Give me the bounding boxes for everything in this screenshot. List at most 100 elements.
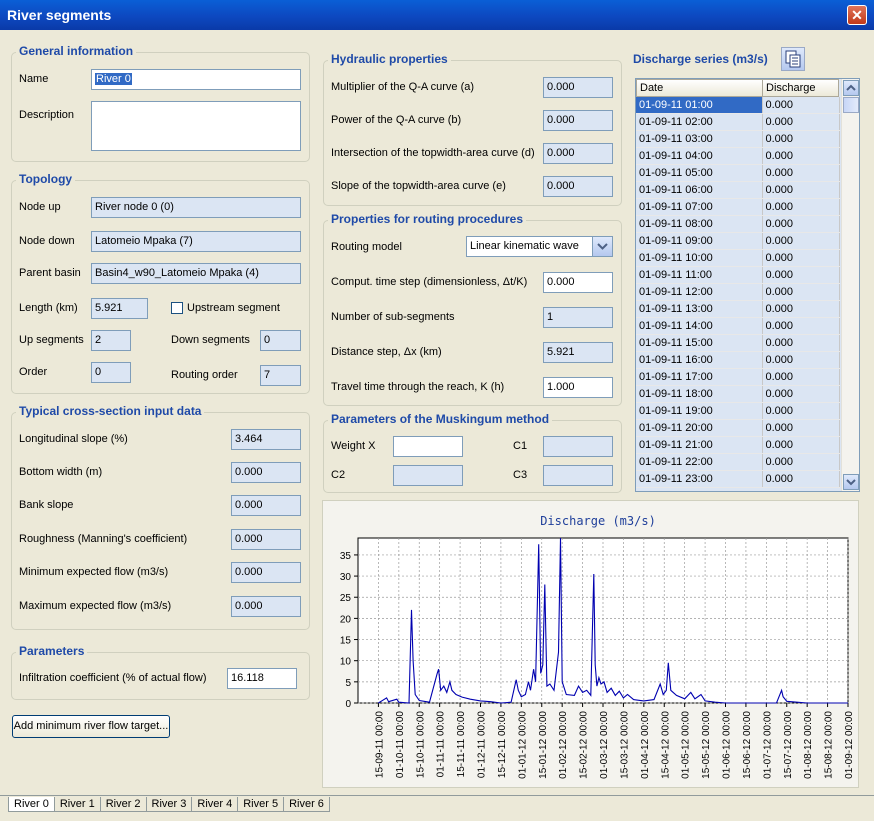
- discharge-cell[interactable]: 0.000: [762, 249, 840, 267]
- table-row[interactable]: 01-09-11 02:00 0.000: [636, 113, 840, 131]
- vertical-scrollbar[interactable]: [841, 79, 859, 491]
- scroll-thumb[interactable]: [843, 97, 859, 113]
- table-row[interactable]: 01-09-11 18:00 0.000: [636, 385, 840, 403]
- table-row[interactable]: 01-09-11 11:00 0.000: [636, 266, 840, 284]
- tab-river-0[interactable]: River 0: [8, 797, 55, 812]
- table-row[interactable]: 01-09-11 21:00 0.000: [636, 436, 840, 454]
- upstream-checkbox[interactable]: [171, 302, 183, 314]
- discharge-cell[interactable]: 0.000: [762, 147, 840, 165]
- date-cell[interactable]: 01-09-11 18:00: [636, 385, 763, 403]
- name-input[interactable]: River 0: [91, 69, 301, 90]
- table-row[interactable]: 01-09-11 12:00 0.000: [636, 283, 840, 301]
- timestep-input[interactable]: 0.000: [543, 272, 613, 293]
- table-row[interactable]: 01-09-11 17:00 0.000: [636, 368, 840, 386]
- discharge-cell[interactable]: 0.000: [762, 470, 840, 488]
- table-row[interactable]: 01-09-11 03:00 0.000: [636, 130, 840, 148]
- discharge-cell[interactable]: 0.000: [762, 181, 840, 199]
- date-column-header[interactable]: Date: [636, 79, 763, 97]
- table-row[interactable]: 01-09-11 01:00 0.000: [636, 97, 840, 114]
- table-row[interactable]: 01-09-11 08:00 0.000: [636, 215, 840, 233]
- discharge-cell[interactable]: 0.000: [762, 130, 840, 148]
- date-cell[interactable]: 01-09-11 01:00: [636, 97, 763, 114]
- tab-river-2[interactable]: River 2: [99, 797, 147, 812]
- table-row[interactable]: 01-09-11 09:00 0.000: [636, 232, 840, 250]
- date-cell[interactable]: 01-09-11 03:00: [636, 130, 763, 148]
- discharge-cell[interactable]: 0.000: [762, 266, 840, 284]
- travel-time-input[interactable]: 1.000: [543, 377, 613, 398]
- c1-field: [543, 436, 613, 457]
- discharge-cell[interactable]: 0.000: [762, 453, 840, 471]
- chevron-down-icon[interactable]: [592, 236, 613, 257]
- tab-river-4[interactable]: River 4: [191, 797, 239, 812]
- date-cell[interactable]: 01-09-11 08:00: [636, 215, 763, 233]
- tab-river-5[interactable]: River 5: [237, 797, 285, 812]
- tab-river-3[interactable]: River 3: [145, 797, 193, 812]
- table-row[interactable]: 01-09-11 04:00 0.000: [636, 147, 840, 165]
- date-cell[interactable]: 01-09-11 14:00: [636, 317, 763, 335]
- discharge-cell[interactable]: 0.000: [762, 419, 840, 437]
- tab-river-1[interactable]: River 1: [53, 797, 101, 812]
- date-cell[interactable]: 01-09-11 06:00: [636, 181, 763, 199]
- discharge-cell[interactable]: 0.000: [762, 402, 840, 420]
- table-row[interactable]: 01-09-11 23:00 0.000: [636, 470, 840, 488]
- date-cell[interactable]: 01-09-11 22:00: [636, 453, 763, 471]
- add-flow-target-button[interactable]: Add minimum river flow target...: [12, 715, 170, 738]
- table-row[interactable]: 01-09-11 07:00 0.000: [636, 198, 840, 216]
- table-row[interactable]: 01-09-11 06:00 0.000: [636, 181, 840, 199]
- date-cell[interactable]: 01-09-11 02:00: [636, 113, 763, 131]
- date-cell[interactable]: 01-09-11 12:00: [636, 283, 763, 301]
- table-row[interactable]: 01-09-11 19:00 0.000: [636, 402, 840, 420]
- discharge-cell[interactable]: 0.000: [762, 283, 840, 301]
- date-cell[interactable]: 01-09-11 11:00: [636, 266, 763, 284]
- discharge-cell[interactable]: 0.000: [762, 198, 840, 216]
- date-cell[interactable]: 01-09-11 05:00: [636, 164, 763, 182]
- x-tick-label: 01-08-12 00:00: [803, 711, 814, 779]
- discharge-cell[interactable]: 0.000: [762, 385, 840, 403]
- discharge-cell[interactable]: 0.000: [762, 215, 840, 233]
- table-row[interactable]: 01-09-11 15:00 0.000: [636, 334, 840, 352]
- date-cell[interactable]: 01-09-11 17:00: [636, 368, 763, 386]
- timestep-label: Comput. time step (dimensionless, Δt/K): [331, 276, 528, 288]
- discharge-cell[interactable]: 0.000: [762, 113, 840, 131]
- discharge-cell[interactable]: 0.000: [762, 164, 840, 182]
- date-cell[interactable]: 01-09-11 23:00: [636, 470, 763, 488]
- discharge-column-header[interactable]: Discharge: [762, 79, 839, 97]
- table-row[interactable]: 01-09-11 22:00 0.000: [636, 453, 840, 471]
- date-cell[interactable]: 01-09-11 20:00: [636, 419, 763, 437]
- discharge-cell[interactable]: 0.000: [762, 368, 840, 386]
- discharge-cell[interactable]: 0.000: [762, 300, 840, 318]
- node-up-label: Node up: [19, 201, 61, 213]
- discharge-cell[interactable]: 0.000: [762, 436, 840, 454]
- scroll-up-button[interactable]: [843, 80, 859, 96]
- infiltration-input[interactable]: 16.118: [227, 668, 297, 689]
- table-row[interactable]: 01-09-11 05:00 0.000: [636, 164, 840, 182]
- date-cell[interactable]: 01-09-11 09:00: [636, 232, 763, 250]
- date-cell[interactable]: 01-09-11 13:00: [636, 300, 763, 318]
- table-row[interactable]: 01-09-11 10:00 0.000: [636, 249, 840, 267]
- table-row[interactable]: 01-09-11 13:00 0.000: [636, 300, 840, 318]
- table-row[interactable]: 01-09-11 20:00 0.000: [636, 419, 840, 437]
- discharge-cell[interactable]: 0.000: [762, 351, 840, 369]
- date-cell[interactable]: 01-09-11 04:00: [636, 147, 763, 165]
- discharge-cell[interactable]: 0.000: [762, 232, 840, 250]
- table-row[interactable]: 01-09-11 14:00 0.000: [636, 317, 840, 335]
- close-button[interactable]: ✕: [847, 5, 867, 25]
- scroll-down-button[interactable]: [843, 474, 859, 490]
- date-cell[interactable]: 01-09-11 19:00: [636, 402, 763, 420]
- date-cell[interactable]: 01-09-11 21:00: [636, 436, 763, 454]
- c3-label: C3: [513, 469, 528, 481]
- weight-x-input[interactable]: [393, 436, 463, 457]
- routing-model-select[interactable]: Linear kinematic wave: [466, 236, 613, 257]
- date-cell[interactable]: 01-09-11 16:00: [636, 351, 763, 369]
- discharge-grid[interactable]: Date Discharge 01-09-11 01:00 0.000 01-09-…: [635, 78, 860, 492]
- discharge-cell[interactable]: 0.000: [762, 97, 840, 114]
- discharge-cell[interactable]: 0.000: [762, 334, 840, 352]
- tab-river-6[interactable]: River 6: [283, 797, 330, 812]
- date-cell[interactable]: 01-09-11 07:00: [636, 198, 763, 216]
- copy-button[interactable]: [781, 47, 805, 71]
- date-cell[interactable]: 01-09-11 10:00: [636, 249, 763, 267]
- table-row[interactable]: 01-09-11 16:00 0.000: [636, 351, 840, 369]
- date-cell[interactable]: 01-09-11 15:00: [636, 334, 763, 352]
- description-input[interactable]: [91, 101, 301, 151]
- discharge-cell[interactable]: 0.000: [762, 317, 840, 335]
